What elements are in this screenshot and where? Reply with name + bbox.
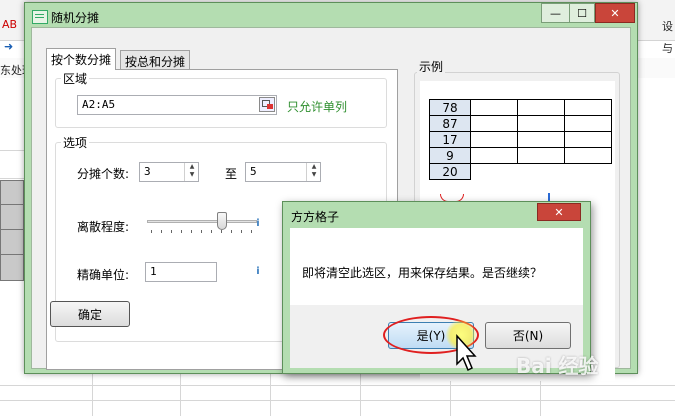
example-blank-cell [517,115,565,132]
dispersion-slider[interactable] [147,210,257,236]
message-close-button[interactable]: ✕ [537,203,581,221]
example-value-cell: 78 [429,99,471,116]
example-row: 17 [429,131,612,148]
info-icon[interactable]: i [253,218,263,230]
dialog-title: 随机分摊 [51,11,100,25]
count-to-stepper[interactable]: ▲ ▼ [306,163,321,181]
example-row: 9 [429,147,612,164]
grid-line [270,374,271,416]
example-blank-cell [470,131,518,148]
slider-tick [251,230,252,233]
confirm-message-dialog: 方方格子 ✕ 即将清空此选区，用来保存结果。是否继续？ 是(Y) 否(N) [282,201,591,374]
example-value-cell: 20 [429,163,471,180]
slider-tick [191,230,192,233]
region-hint: 只允许单列 [287,100,348,114]
slider-tick [231,230,232,233]
example-value-cell: 17 [429,131,471,148]
close-button[interactable]: ✕ [595,3,635,23]
slider-tick [171,230,172,233]
maximize-button[interactable]: ☐ [569,3,595,23]
selected-cell[interactable] [0,254,24,281]
example-blank-cell [564,115,612,132]
no-button[interactable]: 否(N) [485,322,571,349]
example-value-cell: 9 [429,147,471,164]
example-blank-cell [564,131,612,148]
message-title: 方方格子 [291,210,340,224]
spin-up-icon[interactable]: ▲ [307,163,321,171]
grid-line [0,150,24,151]
example-row: 20 [429,163,612,180]
slider-ticks [147,230,257,234]
example-table: 78 87 17 9 20 [429,99,612,180]
slider-tick [241,230,242,233]
tab-by-sum[interactable]: 按总和分摊 [120,50,191,70]
app-icon [32,10,48,24]
slider-track [147,220,257,223]
info-icon[interactable]: i [253,266,263,278]
bg-text-right1: 设 [662,20,673,33]
example-blank-cell [470,115,518,132]
example-blank-cell [517,131,565,148]
region-group-label: 区域 [61,70,90,87]
grid-line [0,385,675,386]
slider-tick [161,230,162,233]
selected-cell[interactable] [0,229,24,256]
confirm-button[interactable]: 确定 [50,301,130,327]
spin-down-icon[interactable]: ▼ [185,171,199,179]
slider-thumb[interactable] [217,212,227,230]
example-blank-cell [470,147,518,164]
slider-tick [211,230,212,233]
selected-cell[interactable] [0,204,24,231]
spin-down-icon[interactable]: ▼ [307,171,321,179]
spin-up-icon[interactable]: ▲ [185,163,199,171]
range-picker-icon[interactable] [259,97,275,112]
options-group-label: 选项 [61,134,90,151]
example-row: 87 [429,115,612,132]
bg-text-ab: AB [2,18,18,31]
example-blank-cell [564,99,612,116]
slider-tick [201,230,202,233]
example-blank-cell [517,99,565,116]
count-from-stepper[interactable]: ▲ ▼ [184,163,199,181]
bg-text-right2: 与 [662,42,673,55]
slider-tick [151,230,152,233]
message-text: 即将清空此选区，用来保存结果。是否继续？ [302,266,543,280]
dispersion-label: 离散程度: [77,220,130,234]
red-arrow-icon [267,104,273,109]
mouse-cursor-icon [456,334,477,372]
tab-by-count[interactable]: 按个数分摊 [46,48,117,70]
slider-tick [221,230,222,233]
grid-line [0,400,675,401]
precision-label: 精确单位: [77,268,130,282]
example-blank-cell [564,147,612,164]
example-value-cell: 87 [429,115,471,132]
slider-tick [181,230,182,233]
grid-line [0,178,24,179]
minimize-button[interactable]: — [541,3,569,23]
example-blank-cell [517,147,565,164]
selected-cell[interactable] [0,180,24,206]
example-row: 78 [429,99,612,116]
grid-line [360,374,361,416]
grid-line [92,374,93,416]
count-label: 分摊个数: [77,167,130,181]
to-label: 至 [225,167,238,181]
watermark: Bai 经验 [516,354,599,378]
example-blank-cell [470,99,518,116]
precision-input[interactable]: 1 [145,262,217,282]
grid-line [180,374,181,416]
bg-text-arrow: ➜ [4,40,14,53]
example-label: 示例 [417,58,446,75]
region-input[interactable]: A2:A5 [77,95,277,115]
message-body: 即将清空此选区，用来保存结果。是否继续？ [290,228,583,305]
